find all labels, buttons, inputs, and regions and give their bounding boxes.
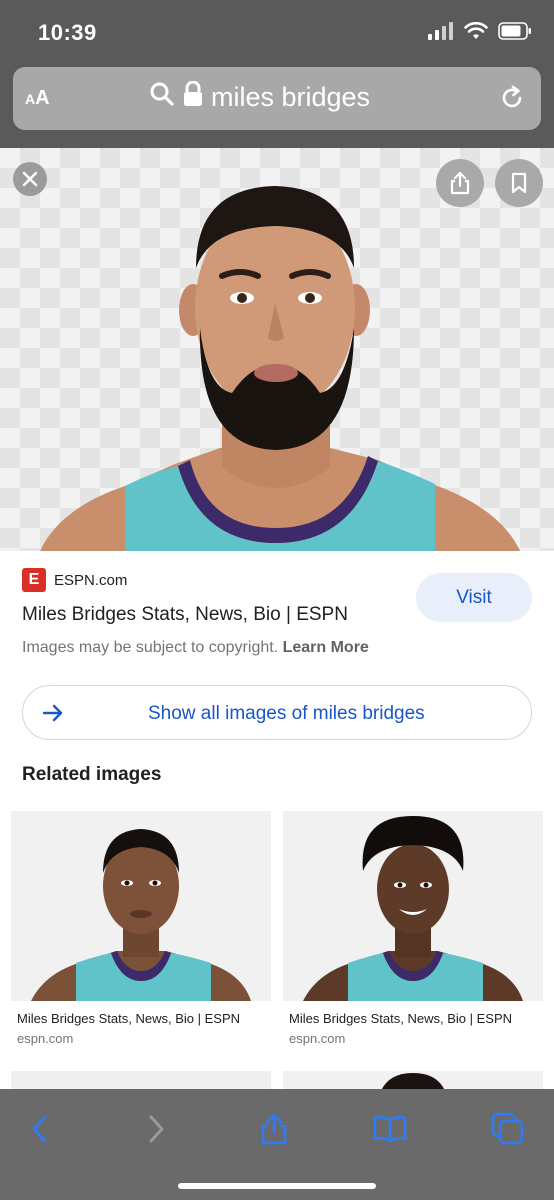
search-query: miles bridges	[211, 82, 371, 112]
player-headshot-image	[303, 816, 523, 1001]
forward-icon[interactable]	[134, 1107, 178, 1151]
related-image-card[interactable]: Miles Bridges Stats, News, Bio | ESPN es…	[11, 811, 271, 1046]
image-preview[interactable]	[0, 148, 554, 551]
player-headshot-image	[40, 186, 520, 551]
related-image-caption: Miles Bridges Stats, News, Bio | ESPN	[289, 1011, 513, 1026]
address-bar[interactable]: AAAA miles bridges	[13, 67, 541, 130]
show-all-label: Show all images of miles bridges	[148, 703, 425, 724]
related-image-thumbnail[interactable]	[283, 811, 543, 1001]
result-title[interactable]: Miles Bridges Stats, News, Bio | ESPN	[22, 604, 348, 626]
reload-icon[interactable]	[499, 85, 525, 116]
copyright-notice: Images may be subject to copyright. Lear…	[22, 639, 369, 657]
share-icon[interactable]	[436, 159, 484, 207]
back-icon[interactable]	[18, 1107, 62, 1151]
arrow-right-icon	[41, 701, 65, 730]
lock-icon	[183, 80, 203, 114]
related-images-heading: Related images	[22, 764, 162, 785]
related-image-card[interactable]: Miles Bridges Stats, News, Bio | ESPN es…	[283, 811, 543, 1046]
tabs-icon[interactable]	[486, 1107, 530, 1151]
source-name: ESPN.com	[54, 571, 128, 589]
wifi-icon	[464, 21, 488, 45]
bookmark-icon[interactable]	[495, 159, 543, 207]
related-image-domain: espn.com	[289, 1031, 346, 1046]
status-bar: 10:39	[0, 0, 554, 64]
bookmarks-icon[interactable]	[368, 1107, 412, 1151]
espn-logo-icon: E	[22, 568, 46, 592]
copyright-text: Images may be subject to copyright.	[22, 639, 279, 656]
result-source[interactable]: E ESPN.com	[22, 568, 127, 592]
close-icon[interactable]	[13, 162, 47, 196]
related-image-domain: espn.com	[17, 1031, 74, 1046]
learn-more-link[interactable]: Learn More	[283, 639, 369, 656]
related-image-caption: Miles Bridges Stats, News, Bio | ESPN	[17, 1011, 241, 1026]
status-time: 10:39	[38, 20, 97, 45]
browser-top-chrome: 10:39 AA miles bridges	[0, 0, 554, 148]
show-all-images-button[interactable]: Show all images of miles bridges	[22, 685, 532, 740]
search-icon	[149, 81, 175, 114]
status-icons	[428, 21, 532, 45]
battery-icon	[498, 22, 532, 45]
address-field[interactable]: miles bridges	[149, 80, 371, 114]
cellular-signal-icon	[428, 22, 454, 45]
home-indicator[interactable]	[178, 1183, 376, 1189]
share-icon[interactable]	[252, 1107, 296, 1151]
text-size-button[interactable]: AAAA	[25, 87, 50, 110]
related-image-thumbnail[interactable]	[11, 811, 271, 1001]
visit-button[interactable]: Visit	[416, 573, 532, 622]
player-headshot-image	[31, 829, 251, 1001]
